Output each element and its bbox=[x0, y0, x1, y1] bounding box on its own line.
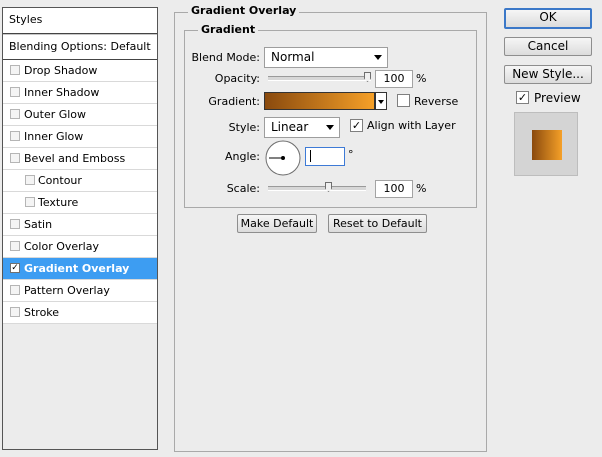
style-items: Drop Shadow Inner Shadow Outer Glow Inner G… bbox=[3, 60, 157, 324]
blending-options-label: Blending Options: Default bbox=[9, 40, 151, 53]
new-style-button[interactable]: New Style... bbox=[504, 65, 592, 84]
scale-input[interactable]: 100 bbox=[375, 180, 413, 198]
ok-button[interactable]: OK bbox=[504, 8, 592, 29]
style-item-checkbox[interactable] bbox=[10, 87, 20, 97]
blend-mode-select[interactable]: Normal bbox=[264, 47, 388, 68]
blend-mode-value: Normal bbox=[271, 50, 315, 64]
chevron-down-icon bbox=[374, 55, 382, 60]
style-item-label: Drop Shadow bbox=[24, 64, 98, 77]
style-item-texture[interactable]: Texture bbox=[3, 192, 157, 214]
gradient-dropdown-button[interactable] bbox=[375, 92, 387, 110]
style-item-label: Color Overlay bbox=[24, 240, 99, 253]
preview-checkbox[interactable]: ✓ bbox=[516, 91, 529, 104]
text-cursor bbox=[310, 150, 311, 162]
align-with-layer-label: Align with Layer bbox=[367, 119, 456, 132]
angle-dial[interactable] bbox=[264, 139, 302, 177]
style-item-checkbox[interactable] bbox=[10, 131, 20, 141]
cancel-button[interactable]: Cancel bbox=[504, 37, 592, 56]
gradient-group-title: Gradient bbox=[198, 23, 259, 36]
style-item-label: Inner Glow bbox=[24, 130, 84, 143]
make-default-button[interactable]: Make Default bbox=[237, 214, 317, 233]
style-preview-box bbox=[514, 112, 578, 176]
styles-list: Styles Blending Options: Default Drop Sh… bbox=[2, 7, 158, 450]
style-item-outer-glow[interactable]: Outer Glow bbox=[3, 104, 157, 126]
preview-label: Preview bbox=[534, 91, 581, 105]
style-item-drop-shadow[interactable]: Drop Shadow bbox=[3, 60, 157, 82]
style-item-checkbox[interactable] bbox=[10, 65, 20, 75]
style-item-checkbox[interactable] bbox=[10, 109, 20, 119]
style-item-label: Stroke bbox=[24, 306, 60, 319]
style-item-label: Bevel and Emboss bbox=[24, 152, 126, 165]
reverse-label: Reverse bbox=[414, 95, 459, 108]
opacity-label: Opacity: bbox=[214, 72, 260, 85]
blend-mode-label: Blend Mode: bbox=[191, 51, 261, 64]
style-item-checkbox[interactable] bbox=[25, 175, 35, 185]
align-with-layer-checkbox[interactable]: ✓ bbox=[350, 119, 363, 132]
style-item-contour[interactable]: Contour bbox=[3, 170, 157, 192]
style-label: Style: bbox=[228, 121, 260, 134]
style-item-checkbox[interactable] bbox=[25, 197, 35, 207]
scale-unit: % bbox=[416, 182, 427, 195]
style-value: Linear bbox=[271, 120, 309, 134]
gradient-label: Gradient: bbox=[208, 95, 260, 108]
styles-header[interactable]: Styles bbox=[3, 8, 157, 34]
scale-label: Scale: bbox=[226, 182, 260, 195]
style-item-gradient-overlay[interactable]: ✓ Gradient Overlay bbox=[3, 258, 157, 280]
style-item-label: Outer Glow bbox=[24, 108, 87, 121]
style-item-checkbox[interactable]: ✓ bbox=[10, 263, 20, 273]
style-item-checkbox[interactable] bbox=[10, 307, 20, 317]
chevron-down-icon bbox=[378, 100, 384, 104]
style-item-label: Satin bbox=[24, 218, 53, 231]
chevron-down-icon bbox=[326, 125, 334, 130]
style-item-checkbox[interactable] bbox=[10, 219, 20, 229]
style-preview-swatch bbox=[532, 130, 562, 160]
opacity-unit: % bbox=[416, 72, 427, 85]
style-select[interactable]: Linear bbox=[264, 117, 340, 138]
style-item-stroke[interactable]: Stroke bbox=[3, 302, 157, 324]
style-item-inner-shadow[interactable]: Inner Shadow bbox=[3, 82, 157, 104]
style-item-label: Inner Shadow bbox=[24, 86, 100, 99]
style-item-label: Texture bbox=[38, 196, 79, 209]
style-item-label: Gradient Overlay bbox=[24, 262, 130, 275]
style-item-checkbox[interactable] bbox=[10, 153, 20, 163]
style-item-label: Contour bbox=[38, 174, 82, 187]
gradient-overlay-title: Gradient Overlay bbox=[188, 4, 300, 17]
style-item-pattern-overlay[interactable]: Pattern Overlay bbox=[3, 280, 157, 302]
style-item-inner-glow[interactable]: Inner Glow bbox=[3, 126, 157, 148]
blending-options-item[interactable]: Blending Options: Default bbox=[3, 34, 157, 60]
angle-label: Angle: bbox=[224, 150, 260, 163]
style-item-checkbox[interactable] bbox=[10, 241, 20, 251]
style-item-satin[interactable]: Satin bbox=[3, 214, 157, 236]
style-item-label: Pattern Overlay bbox=[24, 284, 110, 297]
scale-slider[interactable] bbox=[268, 186, 366, 191]
angle-input[interactable] bbox=[305, 147, 345, 166]
reset-to-default-button[interactable]: Reset to Default bbox=[328, 214, 427, 233]
style-item-checkbox[interactable] bbox=[10, 285, 20, 295]
style-item-color-overlay[interactable]: Color Overlay bbox=[3, 236, 157, 258]
styles-list-empty-area bbox=[3, 324, 157, 449]
reverse-checkbox[interactable] bbox=[397, 94, 410, 107]
style-item-bevel-and-emboss[interactable]: Bevel and Emboss bbox=[3, 148, 157, 170]
styles-header-label: Styles bbox=[9, 13, 43, 26]
opacity-slider[interactable] bbox=[268, 76, 371, 81]
gradient-picker[interactable] bbox=[264, 92, 375, 110]
opacity-input[interactable]: 100 bbox=[375, 70, 413, 88]
angle-unit: ° bbox=[348, 148, 354, 161]
